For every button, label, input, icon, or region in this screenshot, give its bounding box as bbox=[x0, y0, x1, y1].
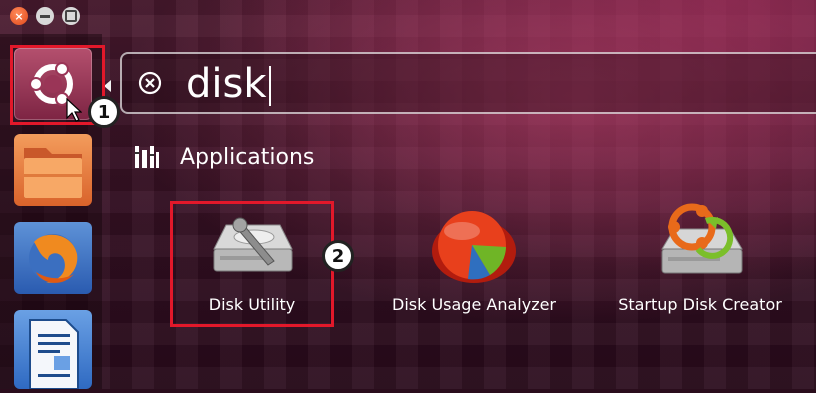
maximize-window-button[interactable] bbox=[62, 7, 80, 25]
app-label: Startup Disk Creator bbox=[618, 295, 782, 314]
minimize-icon bbox=[40, 14, 50, 18]
app-disk-usage-analyzer[interactable]: Disk Usage Analyzer bbox=[390, 195, 558, 323]
disk-usage-analyzer-icon bbox=[432, 211, 516, 283]
close-icon: × bbox=[14, 9, 24, 23]
files-icon bbox=[24, 148, 82, 198]
step-badge-2: 2 bbox=[322, 240, 354, 272]
maximize-icon bbox=[65, 10, 77, 22]
section-header-applications[interactable]: Applications bbox=[134, 141, 314, 173]
mouse-pointer-icon bbox=[66, 98, 82, 122]
applications-icon bbox=[135, 146, 159, 168]
highlight-box-step2 bbox=[170, 201, 334, 327]
close-window-button[interactable]: × bbox=[10, 7, 28, 25]
search-input[interactable]: disk bbox=[186, 58, 271, 110]
firefox-icon bbox=[29, 234, 78, 283]
step-badge-1: 1 bbox=[88, 96, 120, 128]
launcher-active-indicator bbox=[104, 80, 111, 92]
launcher-item-libreoffice-writer[interactable] bbox=[14, 310, 92, 390]
launcher-item-firefox[interactable] bbox=[14, 222, 92, 294]
section-title: Applications bbox=[180, 144, 315, 170]
launcher-item-files[interactable] bbox=[14, 134, 92, 206]
libreoffice-writer-icon bbox=[29, 319, 79, 390]
clear-icon[interactable] bbox=[138, 71, 162, 95]
app-startup-disk-creator[interactable]: Startup Disk Creator bbox=[610, 195, 790, 323]
startup-disk-creator-icon bbox=[661, 203, 743, 274]
minimize-window-button[interactable] bbox=[36, 7, 54, 25]
search-bar[interactable]: disk bbox=[120, 52, 816, 114]
app-label: Disk Usage Analyzer bbox=[391, 295, 557, 314]
